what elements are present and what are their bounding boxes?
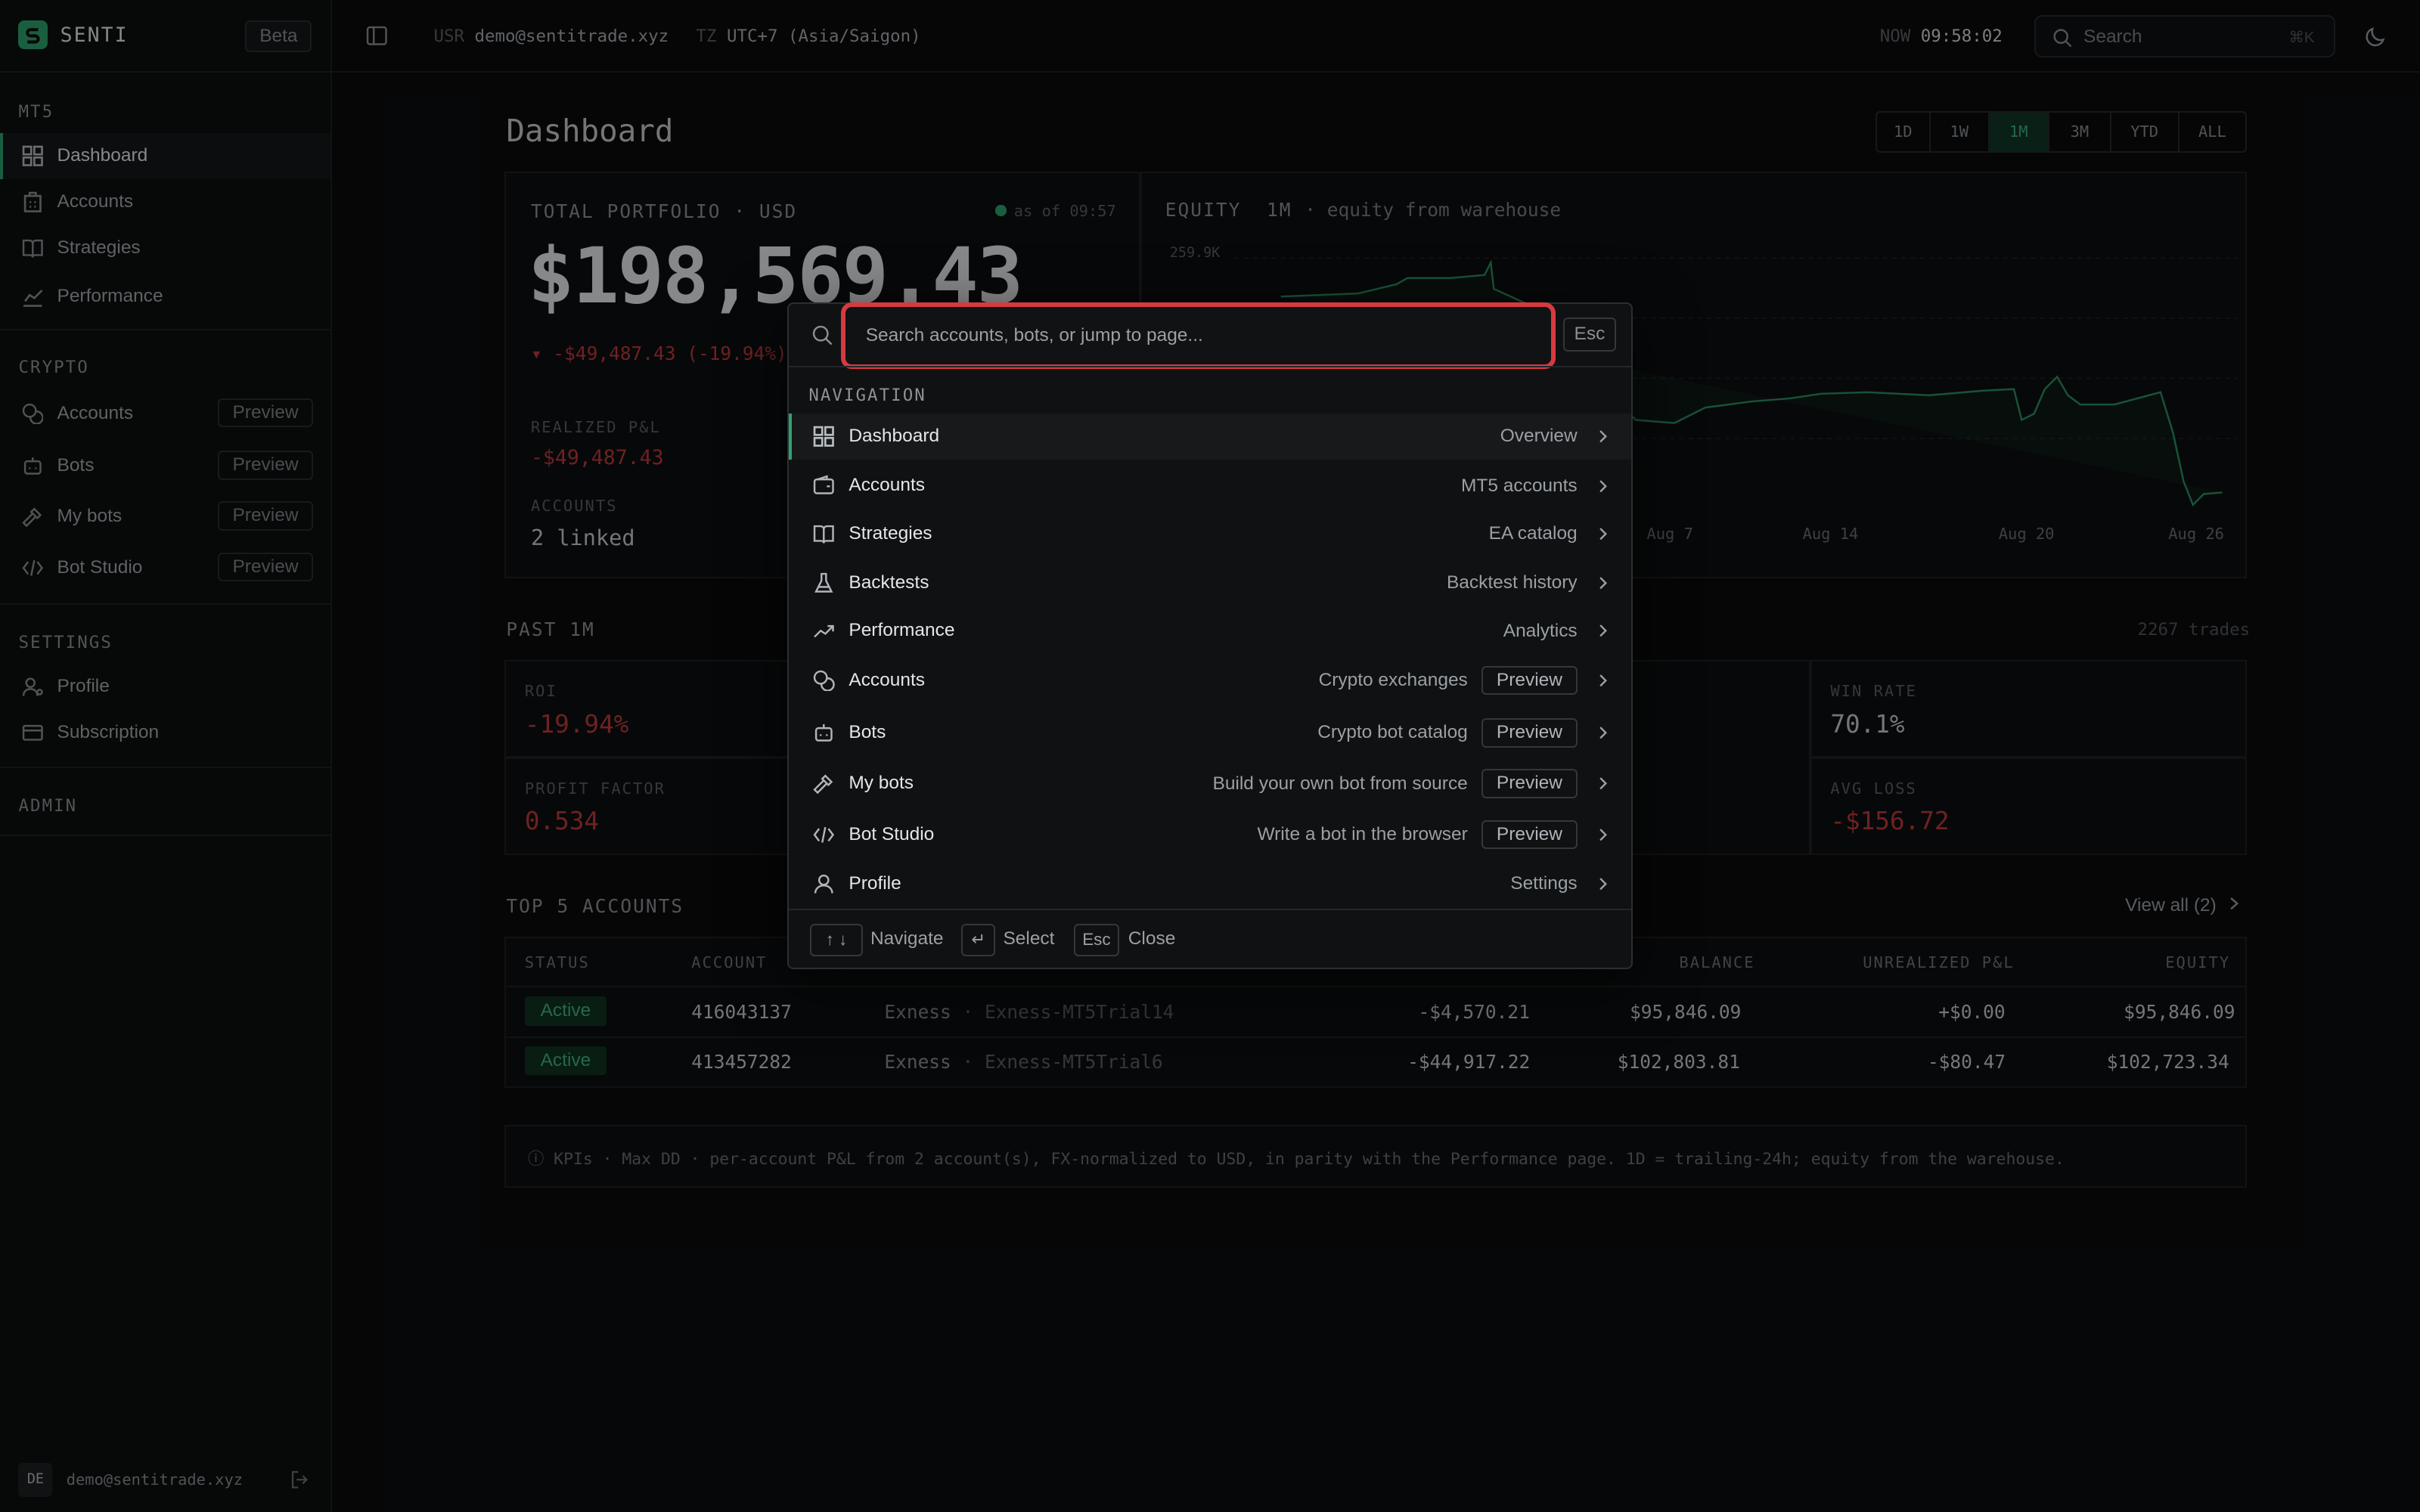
chevron-right-icon xyxy=(1599,777,1608,790)
palette-item-dashboard[interactable]: Dashboard Overview xyxy=(788,413,1632,460)
bot-icon xyxy=(815,724,833,742)
chevron-right-icon xyxy=(1599,479,1608,492)
chevron-right-icon xyxy=(1599,878,1608,891)
palette-item-label: Dashboard xyxy=(849,426,940,447)
navigate-label: Navigate xyxy=(870,928,944,950)
palette-item-label: Backtests xyxy=(849,572,929,593)
palette-item-label: My bots xyxy=(849,773,914,794)
palette-item-label: Accounts xyxy=(849,669,926,690)
coins-icon xyxy=(814,670,835,692)
trend-icon xyxy=(814,625,835,638)
divider xyxy=(788,365,1632,367)
palette-item-profile[interactable]: Profile Settings xyxy=(789,861,1631,907)
palette-item-hint: Build your own bot from source xyxy=(1212,773,1468,794)
palette-item-hint: Analytics xyxy=(1503,620,1578,641)
navigate-keys: ↑ ↓ xyxy=(810,924,863,957)
select-key: ↵ xyxy=(961,924,996,957)
palette-item-label: Strategies xyxy=(849,522,932,544)
palette-footer: ↑ ↓ Navigate ↵ Select Esc Close xyxy=(788,908,1632,968)
close-key: Esc xyxy=(1074,924,1119,957)
palette-item-hint: Settings xyxy=(1510,873,1578,894)
chevron-right-icon xyxy=(1599,528,1608,541)
chevron-right-icon xyxy=(1599,577,1608,590)
preview-badge: Preview xyxy=(1481,820,1578,850)
book-icon xyxy=(814,525,835,544)
palette-item-hint: EA catalog xyxy=(1488,523,1578,544)
palette-item-bot-studio[interactable]: Bot Studio Write a bot in the browser Pre… xyxy=(789,811,1631,857)
palette-item-backtests[interactable]: Backtests Backtest history xyxy=(789,560,1631,606)
palette-item-my-bots[interactable]: My bots Build your own bot from source Pr… xyxy=(789,761,1631,807)
chevron-right-icon xyxy=(1599,674,1608,686)
palette-item-label: Profile xyxy=(849,873,901,894)
grid-icon xyxy=(814,426,835,448)
palette-item-hint: MT5 accounts xyxy=(1461,475,1578,496)
palette-item-label: Bot Studio xyxy=(849,823,935,844)
palette-item-accounts[interactable]: Accounts MT5 accounts xyxy=(789,463,1631,509)
palette-section-label: NAVIGATION xyxy=(808,386,926,406)
preview-badge: Preview xyxy=(1481,717,1578,748)
code-icon xyxy=(813,826,835,843)
palette-item-hint: Overview xyxy=(1500,426,1578,447)
palette-item-performance[interactable]: Performance Analytics xyxy=(789,608,1631,654)
palette-item-bots[interactable]: Bots Crypto bot catalog Preview xyxy=(789,710,1631,756)
palette-item-hint: Crypto bot catalog xyxy=(1317,722,1468,743)
chevron-right-icon xyxy=(1599,829,1608,841)
palette-item-hint: Write a bot in the browser xyxy=(1257,824,1468,845)
hammer-icon xyxy=(813,774,833,795)
palette-item-hint: Crypto exchanges xyxy=(1318,669,1468,690)
palette-item-strategies[interactable]: Strategies EA catalog xyxy=(789,510,1631,556)
search-icon xyxy=(813,325,833,345)
palette-item-hint: Backtest history xyxy=(1446,572,1578,593)
chevron-right-icon xyxy=(1599,624,1608,637)
palette-item-label: Performance xyxy=(849,620,955,641)
chevron-right-icon xyxy=(1599,727,1608,739)
esc-button[interactable]: Esc xyxy=(1563,318,1616,352)
palette-item-label: Bots xyxy=(849,722,886,743)
palette-item-crypto-accounts[interactable]: Accounts Crypto exchanges Preview xyxy=(789,657,1631,703)
preview-badge: Preview xyxy=(1481,769,1578,799)
command-palette: Esc NAVIGATION Dashboard Overview Accoun… xyxy=(786,302,1634,969)
user-icon xyxy=(814,874,834,894)
chevron-right-icon xyxy=(1599,430,1608,443)
wallet-icon xyxy=(814,475,835,495)
close-label: Close xyxy=(1128,928,1176,950)
palette-item-label: Accounts xyxy=(849,475,926,496)
palette-search-input[interactable] xyxy=(841,302,1556,369)
preview-badge: Preview xyxy=(1481,665,1578,696)
flask-icon xyxy=(814,572,833,593)
select-label: Select xyxy=(1003,928,1055,950)
